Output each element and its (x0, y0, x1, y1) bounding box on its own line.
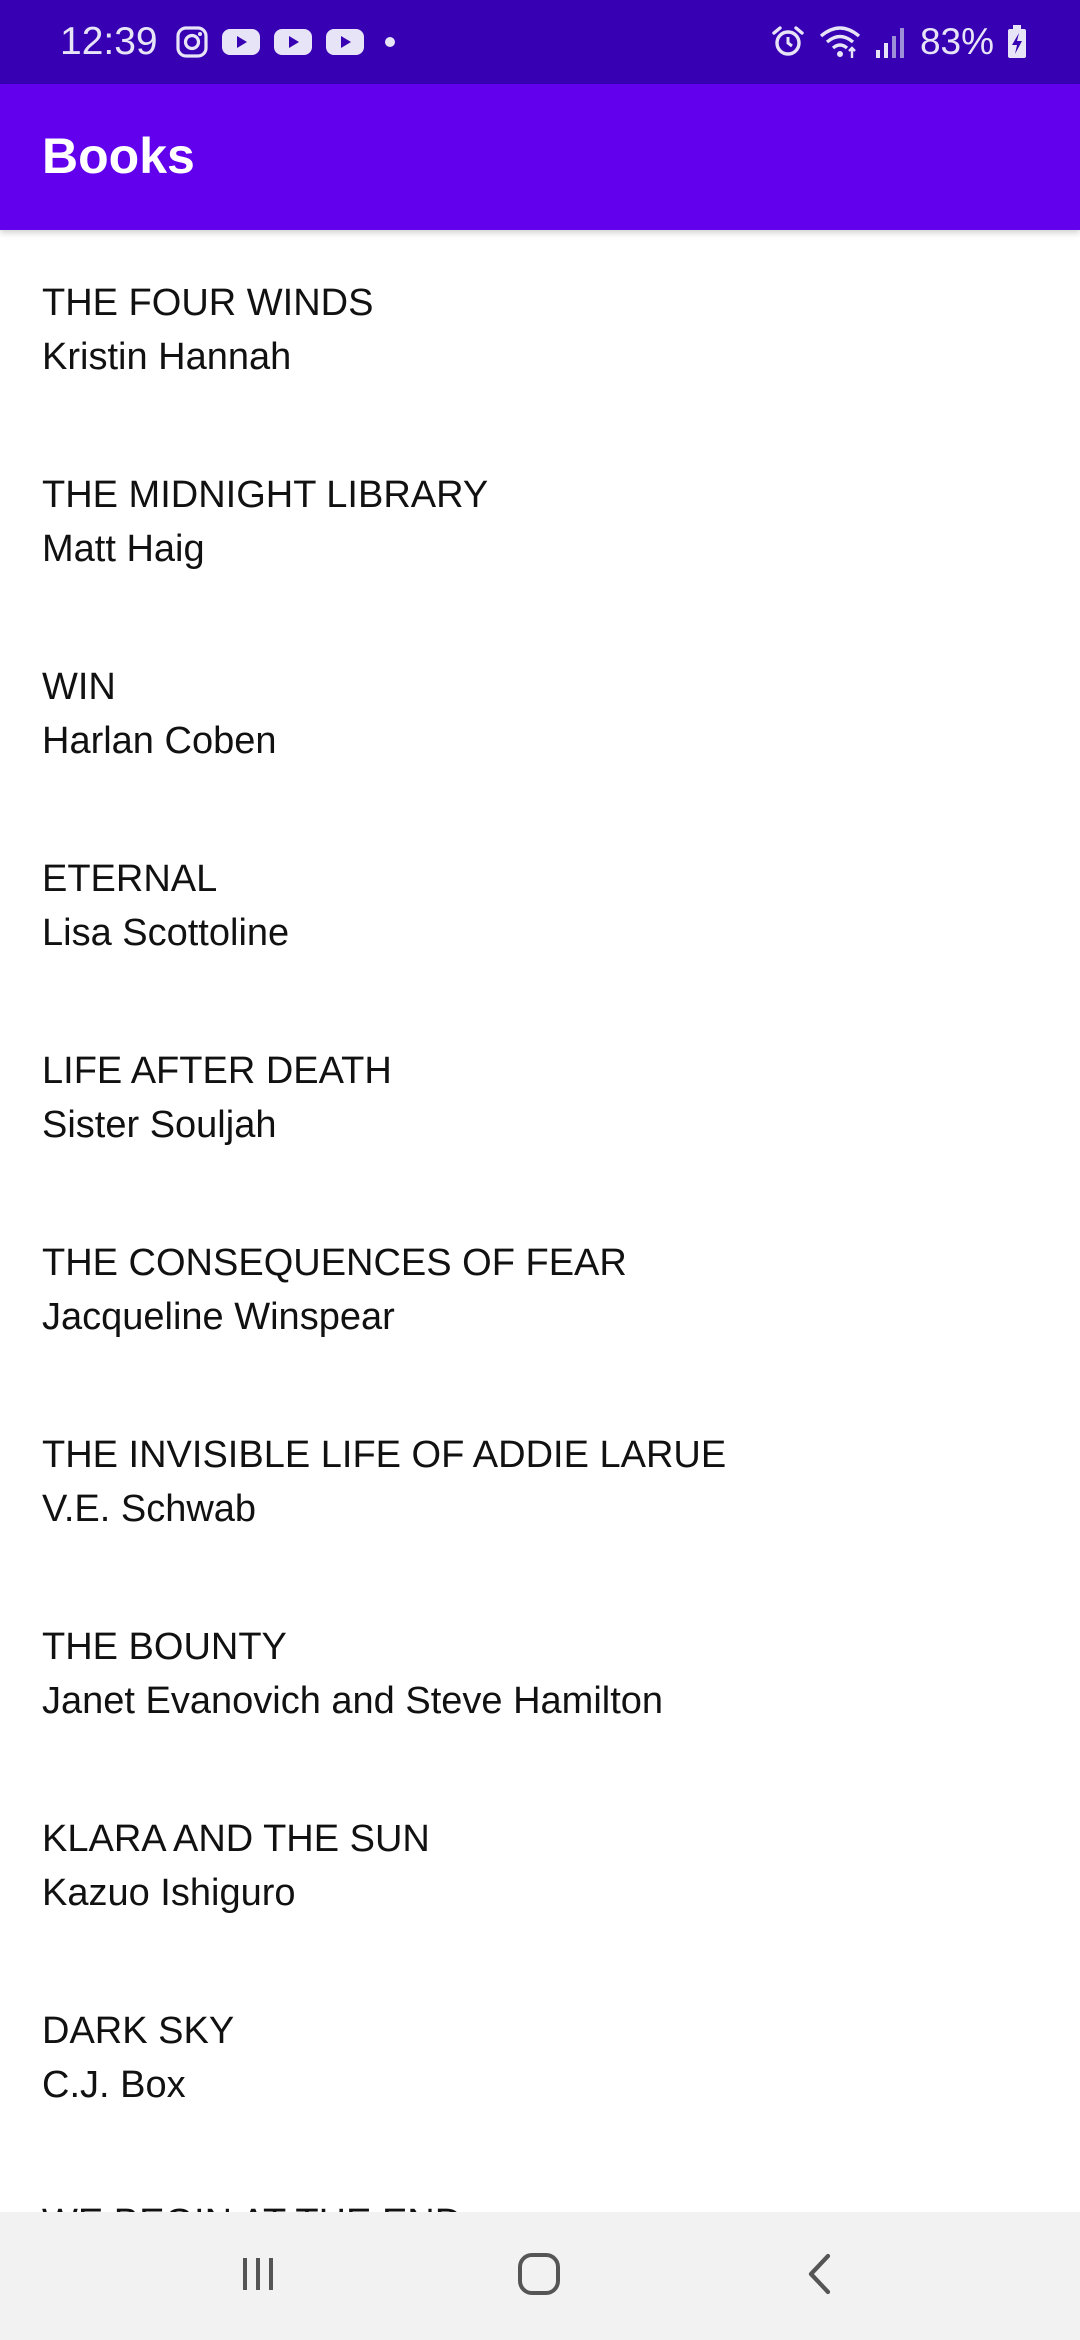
book-list-item[interactable]: THE FOUR WINDS Kristin Hannah (0, 230, 1080, 422)
book-title: LIFE AFTER DEATH (42, 1050, 392, 1092)
signal-icon (874, 24, 908, 60)
recents-button[interactable] (218, 2242, 298, 2310)
book-list-item[interactable]: THE INVISIBLE LIFE OF ADDIE LARUE V.E. Sc… (0, 1382, 1080, 1574)
book-list-item[interactable]: THE CONSEQUENCES OF FEAR Jacqueline Winsp… (0, 1190, 1080, 1382)
wifi-icon (818, 24, 862, 60)
home-icon (515, 2250, 563, 2303)
book-author: Matt Haig (42, 528, 205, 570)
home-button[interactable] (499, 2242, 579, 2310)
status-time: 12:39 (60, 20, 158, 63)
recents-icon (236, 2252, 280, 2301)
book-title: THE FOUR WINDS (42, 282, 374, 324)
navigation-bar (0, 2212, 1080, 2340)
app-title: Books (42, 128, 195, 184)
youtube-icon (221, 27, 261, 57)
back-icon (798, 2250, 842, 2303)
book-title: WIN (42, 666, 116, 708)
book-list-item[interactable]: WE BEGIN AT THE END (0, 2150, 1080, 2212)
dot-icon (377, 27, 403, 57)
alarm-icon (770, 24, 806, 60)
notification-icons (175, 20, 403, 64)
book-title: THE BOUNTY (42, 1626, 287, 1668)
book-author: Kazuo Ishiguro (42, 1872, 296, 1914)
book-title: KLARA AND THE SUN (42, 1818, 430, 1860)
book-author: Sister Souljah (42, 1104, 277, 1146)
book-title: THE MIDNIGHT LIBRARY (42, 474, 489, 516)
book-author: Lisa Scottoline (42, 912, 290, 954)
battery-charging-icon (1006, 24, 1028, 60)
book-list-item[interactable]: KLARA AND THE SUN Kazuo Ishiguro (0, 1766, 1080, 1958)
book-author: Janet Evanovich and Steve Hamilton (42, 1680, 664, 1722)
battery-percent: 83% (919, 21, 994, 62)
book-list-item[interactable]: THE MIDNIGHT LIBRARY Matt Haig (0, 422, 1080, 614)
instagram-icon (175, 25, 209, 59)
book-list-item[interactable]: ETERNAL Lisa Scottoline (0, 806, 1080, 998)
book-title: THE INVISIBLE LIFE OF ADDIE LARUE (42, 1434, 727, 1476)
system-icons: 83% (770, 18, 1028, 66)
book-list-item[interactable]: WIN Harlan Coben (0, 614, 1080, 806)
status-bar: 12:39 83% (0, 0, 1080, 84)
back-button[interactable] (780, 2242, 860, 2310)
book-list-item[interactable]: LIFE AFTER DEATH Sister Souljah (0, 998, 1080, 1190)
book-title: WE BEGIN AT THE END (42, 2196, 1080, 2212)
book-title: THE CONSEQUENCES OF FEAR (42, 1242, 627, 1284)
youtube-icon (325, 27, 365, 57)
book-author: C.J. Box (42, 2064, 186, 2106)
book-list-item[interactable]: DARK SKY C.J. Box (0, 1958, 1080, 2150)
book-author: V.E. Schwab (42, 1488, 257, 1530)
book-author: Jacqueline Winspear (42, 1296, 395, 1338)
book-author: Harlan Coben (42, 720, 277, 762)
book-title: DARK SKY (42, 2010, 235, 2052)
book-author: Kristin Hannah (42, 336, 292, 378)
app-bar: Books (0, 84, 1080, 230)
book-list[interactable]: THE FOUR WINDS Kristin Hannah THE MIDNIGHT… (0, 230, 1080, 2212)
book-title: ETERNAL (42, 858, 218, 900)
youtube-icon (273, 27, 313, 57)
book-list-item[interactable]: THE BOUNTY Janet Evanovich and Steve Hami… (0, 1574, 1080, 1766)
